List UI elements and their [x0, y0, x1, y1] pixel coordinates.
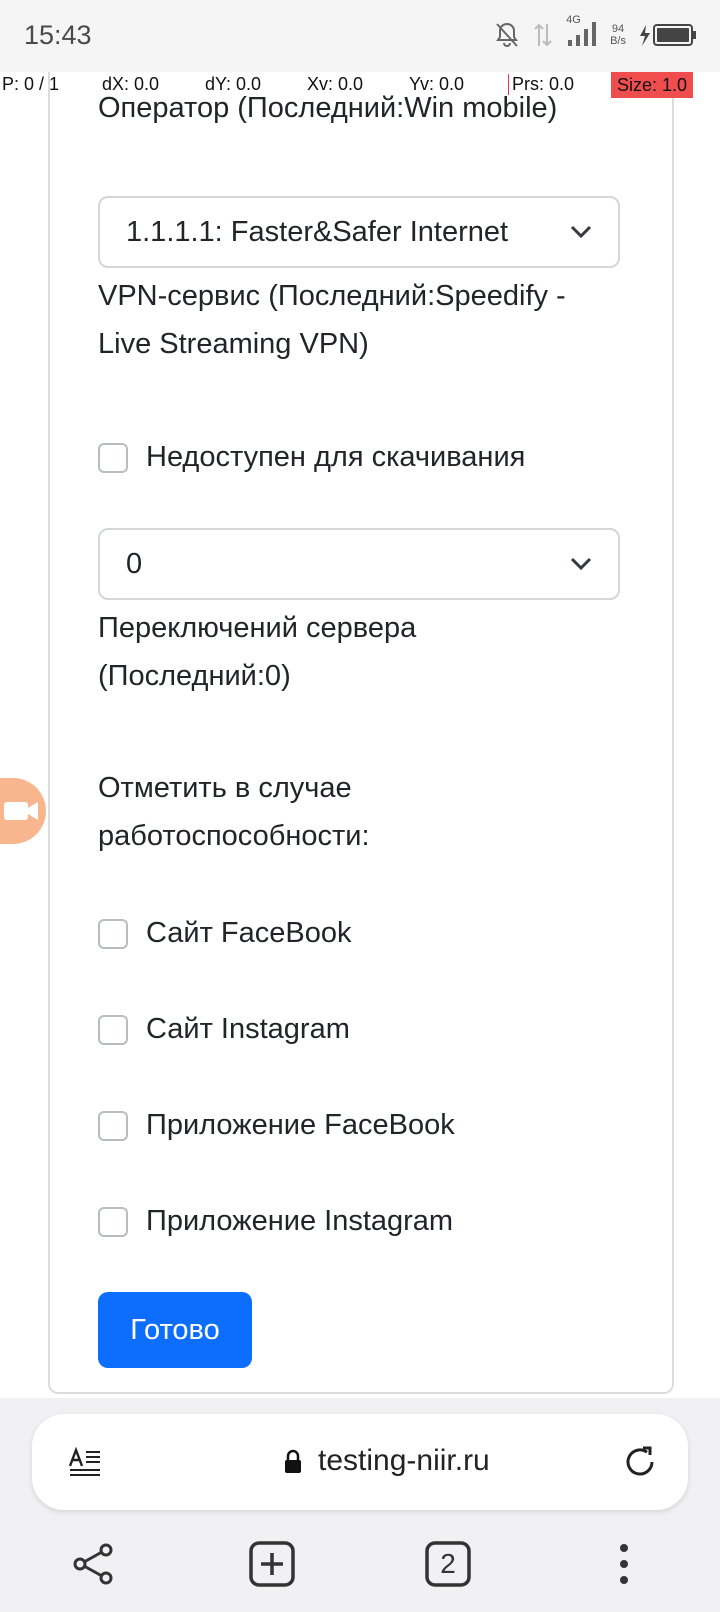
- app-instagram-checkbox[interactable]: [98, 1206, 128, 1237]
- vpn-label-line1: VPN-сервис (Последний:Speedify -: [98, 280, 566, 312]
- server-switch-value: 0: [126, 548, 143, 580]
- reader-mode-icon[interactable]: [68, 1446, 102, 1476]
- app-facebook-checkbox[interactable]: [98, 1110, 128, 1141]
- speed-value: 94: [611, 22, 625, 35]
- notifications-off-icon: [496, 22, 518, 47]
- chevron-down-icon: [570, 557, 592, 571]
- status-icons: 4G 94 B/s: [494, 14, 698, 51]
- battery-charging-icon: [640, 23, 696, 46]
- speed-unit: B/s: [610, 34, 626, 47]
- cellular-signal-icon: 4G: [566, 14, 598, 51]
- vpn-label-line2: Live Streaming VPN): [98, 328, 369, 360]
- tabs-button[interactable]: 2: [424, 1540, 472, 1588]
- operator-label: Оператор (Последний:Win mobile): [98, 92, 558, 124]
- reload-icon[interactable]: [622, 1444, 658, 1480]
- new-tab-icon[interactable]: [248, 1540, 296, 1588]
- overlay-pointer: P: 0 / 1: [2, 74, 60, 94]
- screen-recorder-bubble[interactable]: [0, 778, 46, 844]
- check-label: Приложение Instagram: [146, 1205, 454, 1237]
- switch-label-line2: (Последний:0): [98, 660, 291, 692]
- unavailable-checkbox-row[interactable]: Недоступен для скачивания: [98, 441, 525, 474]
- network-speed: 94 B/s: [610, 23, 626, 47]
- url-text[interactable]: testing-niir.ru: [318, 1444, 490, 1478]
- tab-count: 2: [440, 1548, 456, 1579]
- check-label: Сайт Instagram: [146, 1013, 350, 1045]
- site-facebook-checkbox[interactable]: [98, 918, 128, 949]
- share-icon[interactable]: [70, 1540, 118, 1588]
- submit-button[interactable]: Готово: [98, 1292, 252, 1368]
- switch-label-line1: Переключений сервера: [98, 612, 417, 644]
- mark-label-line2: работоспособности:: [98, 820, 370, 852]
- status-bar: 15:43 4G 94 B/s: [0, 0, 720, 72]
- overlay-size: Size: 1.0: [611, 72, 694, 98]
- browser-toolbar: testing-niir.ru 2: [0, 1398, 720, 1612]
- status-time: 15:43: [24, 20, 92, 50]
- check-row-app-instagram[interactable]: Приложение Instagram: [98, 1205, 453, 1238]
- mark-label-line1: Отметить в случае: [98, 772, 352, 804]
- address-bar[interactable]: testing-niir.ru: [32, 1414, 688, 1510]
- unavailable-label: Недоступен для скачивания: [146, 441, 526, 473]
- check-label: Приложение FaceBook: [146, 1109, 455, 1141]
- video-camera-icon: [4, 802, 38, 820]
- check-row-app-facebook[interactable]: Приложение FaceBook: [98, 1109, 455, 1142]
- lock-icon: [285, 1449, 301, 1473]
- site-instagram-checkbox[interactable]: [98, 1014, 128, 1045]
- check-row-site-facebook[interactable]: Сайт FaceBook: [98, 917, 352, 950]
- check-label: Сайт FaceBook: [146, 917, 352, 949]
- data-arrows-icon: [534, 23, 552, 46]
- chevron-down-icon: [570, 225, 592, 239]
- check-row-site-instagram[interactable]: Сайт Instagram: [98, 1013, 350, 1046]
- form-card: [48, 72, 674, 1394]
- unavailable-checkbox[interactable]: [98, 442, 128, 473]
- vpn-select[interactable]: 1.1.1.1: Faster&Safer Internet: [98, 196, 620, 268]
- network-type: 4G: [566, 14, 581, 26]
- vpn-select-value: 1.1.1.1: Faster&Safer Internet: [126, 216, 509, 248]
- more-options-icon[interactable]: [600, 1540, 648, 1588]
- server-switch-select[interactable]: 0: [98, 528, 620, 600]
